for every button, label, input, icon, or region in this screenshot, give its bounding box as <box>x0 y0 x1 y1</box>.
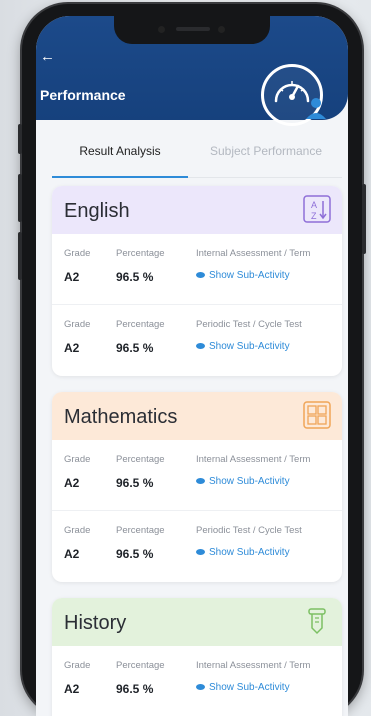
subject-card-mathematics: Mathematics Grade Percentage Internal As… <box>52 392 342 582</box>
svg-text:A: A <box>311 200 317 210</box>
grade-value: A2 <box>64 682 80 696</box>
scroll-icon <box>308 608 326 635</box>
app-screen: ← Performance Result Analysis Subject Pe… <box>36 16 348 716</box>
volume-up-button <box>18 174 22 222</box>
grade-label: Grade <box>64 525 91 536</box>
subject-card-history: History Grade Percentage Internal Assess… <box>52 598 342 716</box>
link-label: Show Sub-Activity <box>209 476 290 487</box>
phone-frame: ← Performance Result Analysis Subject Pe… <box>18 4 366 716</box>
percentage-value: 96.5 % <box>116 682 154 696</box>
percentage-value: 96.5 % <box>116 547 154 561</box>
tab-bar: Result Analysis Subject Performance <box>36 134 348 178</box>
percentage-value: 96.5 % <box>116 341 154 355</box>
subject-header: English A Z <box>52 186 342 234</box>
subject-card-english: English A Z Grade Percentage Internal As… <box>52 186 342 376</box>
speaker-grille <box>176 27 210 31</box>
subject-name: Mathematics <box>64 406 178 428</box>
percentage-label: Percentage <box>116 248 165 259</box>
result-row: Grade Percentage Internal Assessment / T… <box>52 440 342 510</box>
power-button <box>362 184 366 254</box>
grade-value: A2 <box>64 476 80 490</box>
grade-label: Grade <box>64 454 91 465</box>
percentage-label: Percentage <box>116 525 165 536</box>
percentage-label: Percentage <box>116 660 165 671</box>
grade-value: A2 <box>64 341 80 355</box>
calculator-icon <box>303 401 331 429</box>
page-title: Performance <box>40 87 126 103</box>
grade-label: Grade <box>64 660 91 671</box>
show-sub-activity-link[interactable]: Show Sub-Activity <box>196 341 290 352</box>
mute-switch <box>18 124 22 154</box>
eye-icon <box>196 478 205 485</box>
percentage-label: Percentage <box>116 454 165 465</box>
camera-dot <box>158 26 165 33</box>
assessment-type: Internal Assessment / Term <box>196 454 311 465</box>
grade-label: Grade <box>64 319 91 330</box>
show-sub-activity-link[interactable]: Show Sub-Activity <box>196 547 290 558</box>
eye-icon <box>196 272 205 279</box>
percentage-value: 96.5 % <box>116 270 154 284</box>
subject-name: History <box>64 612 127 634</box>
sensor-dot <box>218 26 225 33</box>
show-sub-activity-link[interactable]: Show Sub-Activity <box>196 270 290 281</box>
grade-value: A2 <box>64 270 80 284</box>
eye-icon <box>196 684 205 691</box>
tab-result-analysis[interactable]: Result Analysis <box>52 134 188 168</box>
assessment-type: Periodic Test / Cycle Test <box>196 525 302 536</box>
grade-value: A2 <box>64 547 80 561</box>
link-label: Show Sub-Activity <box>209 270 290 281</box>
tab-subject-performance[interactable]: Subject Performance <box>196 134 336 168</box>
assessment-type: Internal Assessment / Term <box>196 660 311 671</box>
sort-az-icon: A Z <box>303 195 331 223</box>
notch <box>114 16 270 44</box>
link-label: Show Sub-Activity <box>209 682 290 693</box>
svg-text:Z: Z <box>311 211 317 221</box>
back-arrow-icon[interactable]: ← <box>40 48 55 65</box>
subject-header: History <box>52 598 342 646</box>
link-label: Show Sub-Activity <box>209 547 290 558</box>
active-tab-indicator <box>52 176 188 178</box>
user-icon <box>306 98 326 119</box>
assessment-type: Periodic Test / Cycle Test <box>196 319 302 330</box>
subject-name: English <box>64 200 130 222</box>
grade-label: Grade <box>64 248 91 259</box>
result-row: Grade Percentage Periodic Test / Cycle T… <box>52 304 342 375</box>
result-row: Grade Percentage Internal Assessment / T… <box>52 234 342 304</box>
result-row: Grade Percentage Internal Assessment / T… <box>52 646 342 716</box>
volume-down-button <box>18 232 22 280</box>
percentage-label: Percentage <box>116 319 165 330</box>
link-label: Show Sub-Activity <box>209 341 290 352</box>
subject-header: Mathematics <box>52 392 342 440</box>
assessment-type: Internal Assessment / Term <box>196 248 311 259</box>
percentage-value: 96.5 % <box>116 476 154 490</box>
result-row: Grade Percentage Periodic Test / Cycle T… <box>52 510 342 581</box>
show-sub-activity-link[interactable]: Show Sub-Activity <box>196 682 290 693</box>
eye-icon <box>196 343 205 350</box>
show-sub-activity-link[interactable]: Show Sub-Activity <box>196 476 290 487</box>
eye-icon <box>196 549 205 556</box>
